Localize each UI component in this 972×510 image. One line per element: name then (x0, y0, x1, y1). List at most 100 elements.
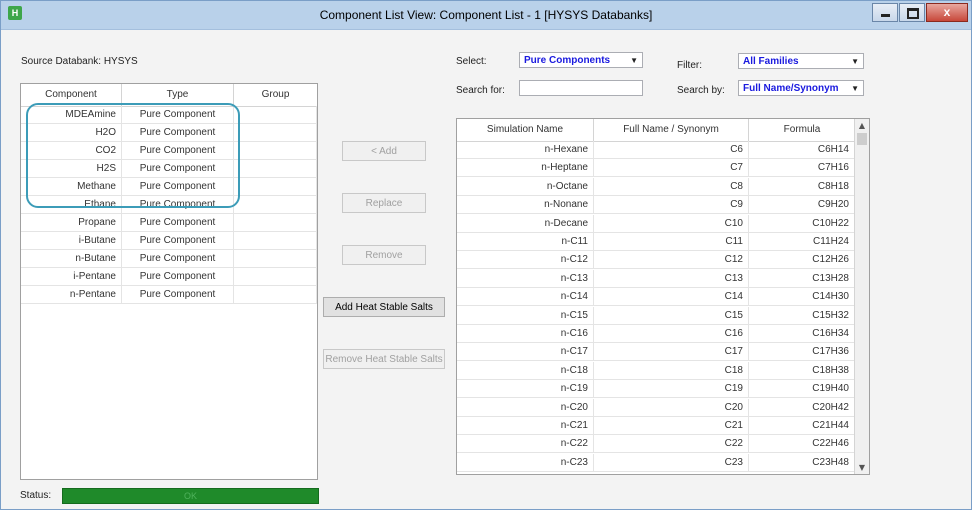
cell-component: Propane (21, 214, 122, 232)
title-bar: H Component List View: Component List - … (1, 1, 971, 30)
cell-type: Pure Component (122, 250, 234, 268)
table-row[interactable]: n-C11 C11 C11H24 (457, 233, 855, 251)
table-row[interactable]: n-C12 C12 C12H26 (457, 251, 855, 270)
table-row[interactable]: n-C17 C17 C17H36 (457, 343, 855, 362)
table-row[interactable]: n-C14 C14 C14H30 (457, 288, 855, 307)
cell-sim: n-C17 (457, 343, 594, 362)
status-bar: OK (62, 488, 319, 504)
search-for-input[interactable] (519, 80, 643, 96)
table-row[interactable]: n-C13 C13 C13H28 (457, 269, 855, 288)
table-row[interactable]: i-Butane Pure Component (21, 232, 317, 250)
scroll-up-icon[interactable]: ▲ (855, 121, 869, 130)
cell-formula: C19H40 (749, 380, 855, 399)
cell-formula: C15H32 (749, 306, 855, 325)
search-by-dropdown[interactable]: Full Name/Synonym ▼ (738, 80, 864, 96)
cell-type: Pure Component (122, 268, 234, 286)
scroll-down-icon[interactable]: ▼ (855, 463, 869, 472)
close-button[interactable]: x (926, 3, 968, 22)
cell-formula: C12H26 (749, 251, 855, 270)
cell-full: C11 (594, 233, 749, 251)
table-row[interactable]: n-Butane Pure Component (21, 250, 317, 268)
table-row[interactable]: MDEAmine Pure Component (21, 106, 317, 124)
column-header-full-name[interactable]: Full Name / Synonym (594, 119, 749, 141)
selected-components-grid: Component Type Group MDEAmine Pure Compon… (20, 83, 318, 480)
cell-full: C6 (594, 141, 749, 159)
cell-group (234, 196, 317, 214)
cell-full: C22 (594, 435, 749, 454)
cell-sim: n-C18 (457, 361, 594, 380)
cell-group (234, 106, 317, 124)
cell-formula: C6H14 (749, 141, 855, 159)
table-row[interactable]: n-C23 C23 C23H48 (457, 453, 855, 472)
table-row[interactable]: Propane Pure Component (21, 214, 317, 232)
table-row[interactable]: n-Pentane Pure Component (21, 286, 317, 304)
cell-type: Pure Component (122, 160, 234, 178)
table-row[interactable]: n-C19 C19 C19H40 (457, 380, 855, 399)
replace-button[interactable]: Replace (342, 193, 426, 213)
vertical-scrollbar[interactable]: ▲ ▼ (854, 119, 869, 474)
table-row[interactable]: Methane Pure Component (21, 178, 317, 196)
cell-formula: C13H28 (749, 269, 855, 288)
table-row[interactable]: n-Decane C10 C10H22 (457, 214, 855, 233)
source-databank-label: Source Databank: HYSYS (21, 56, 138, 67)
filter-label: Filter: (677, 60, 702, 71)
cell-sim: n-Hexane (457, 141, 594, 159)
available-components-grid: Simulation Name Full Name / Synonym Form… (456, 118, 870, 475)
cell-formula: C11H24 (749, 233, 855, 251)
cell-formula: C10H22 (749, 214, 855, 233)
filter-dropdown[interactable]: All Families ▼ (738, 53, 864, 69)
table-row[interactable]: H2O Pure Component (21, 124, 317, 142)
cell-formula: C8H18 (749, 177, 855, 196)
cell-sim: n-C21 (457, 417, 594, 435)
cell-sim: n-C15 (457, 306, 594, 325)
maximize-button[interactable] (899, 3, 925, 22)
add-heat-stable-salts-button[interactable]: Add Heat Stable Salts (323, 297, 445, 317)
window-title: Component List View: Component List - 1 … (319, 8, 653, 22)
cell-full: C14 (594, 288, 749, 307)
cell-type: Pure Component (122, 286, 234, 304)
cell-group (234, 178, 317, 196)
cell-type: Pure Component (122, 124, 234, 142)
cell-group (234, 232, 317, 250)
table-row[interactable]: n-Octane C8 C8H18 (457, 177, 855, 196)
cell-group (234, 250, 317, 268)
cell-formula: C17H36 (749, 343, 855, 362)
table-row[interactable]: n-Hexane C6 C6H14 (457, 141, 855, 159)
scroll-thumb[interactable] (857, 133, 867, 145)
minimize-button[interactable] (872, 3, 898, 22)
column-header-component[interactable]: Component (21, 84, 122, 106)
table-row[interactable]: n-C16 C16 C16H34 (457, 325, 855, 343)
cell-sim: n-Decane (457, 214, 594, 233)
column-header-type[interactable]: Type (122, 84, 234, 106)
table-row[interactable]: n-C21 C21 C21H44 (457, 417, 855, 435)
cell-formula: C21H44 (749, 417, 855, 435)
cell-component: MDEAmine (21, 106, 122, 124)
add-button[interactable]: < Add (342, 141, 426, 161)
column-header-group[interactable]: Group (234, 84, 317, 106)
cell-type: Pure Component (122, 178, 234, 196)
cell-full: C7 (594, 159, 749, 178)
cell-formula: C7H16 (749, 159, 855, 178)
remove-heat-stable-salts-button[interactable]: Remove Heat Stable Salts (323, 349, 445, 369)
remove-button[interactable]: Remove (342, 245, 426, 265)
table-row[interactable]: Ethane Pure Component (21, 196, 317, 214)
cell-full: C19 (594, 380, 749, 399)
column-header-simulation-name[interactable]: Simulation Name (457, 119, 594, 141)
table-row[interactable]: n-C15 C15 C15H32 (457, 306, 855, 325)
cell-sim: n-C14 (457, 288, 594, 307)
table-row[interactable]: CO2 Pure Component (21, 142, 317, 160)
cell-type: Pure Component (122, 232, 234, 250)
cell-component: H2S (21, 160, 122, 178)
table-row[interactable]: i-Pentane Pure Component (21, 268, 317, 286)
table-row[interactable]: n-Nonane C9 C9H20 (457, 196, 855, 215)
table-row[interactable]: n-C22 C22 C22H46 (457, 435, 855, 454)
table-row[interactable]: n-C20 C20 C20H42 (457, 398, 855, 417)
column-header-formula[interactable]: Formula (749, 119, 855, 141)
cell-group (234, 268, 317, 286)
table-row[interactable]: n-C18 C18 C18H38 (457, 361, 855, 380)
cell-component: n-Butane (21, 250, 122, 268)
table-row[interactable]: n-Heptane C7 C7H16 (457, 159, 855, 178)
table-row[interactable]: H2S Pure Component (21, 160, 317, 178)
cell-sim: n-C23 (457, 453, 594, 472)
select-dropdown[interactable]: Pure Components ▼ (519, 52, 643, 68)
